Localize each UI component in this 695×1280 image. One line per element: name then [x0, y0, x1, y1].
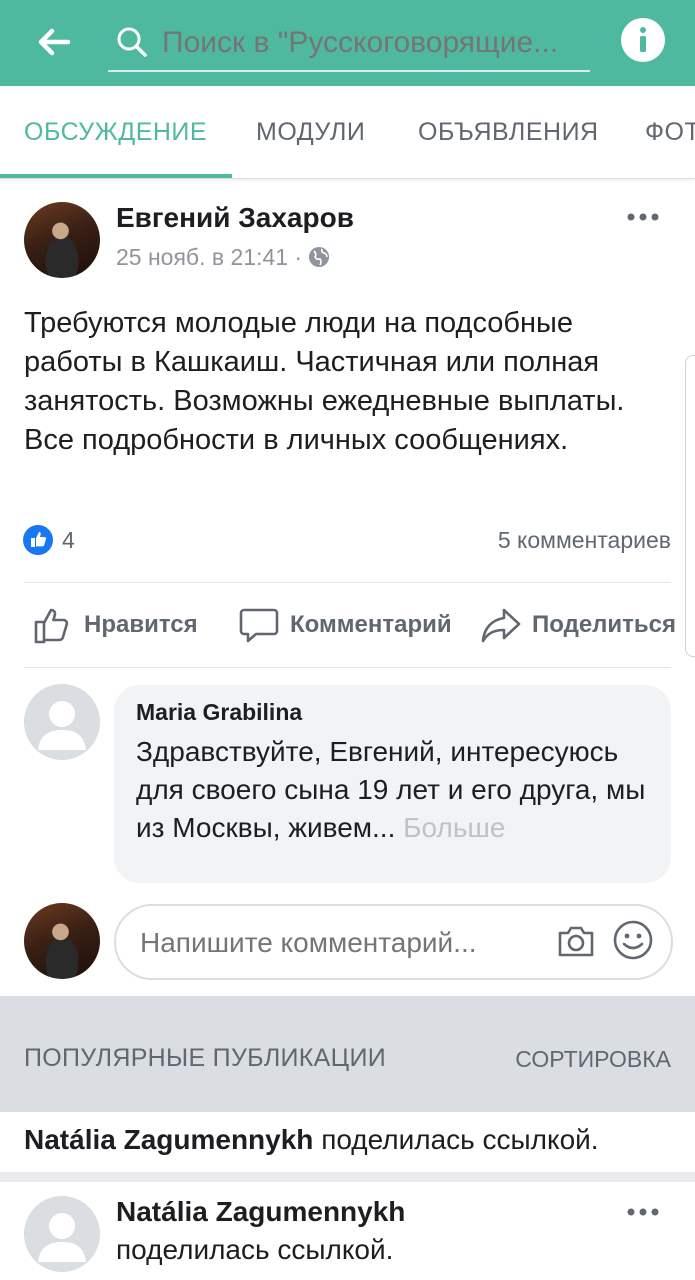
comments-count[interactable]: 5 комментариев [498, 524, 671, 556]
post-author[interactable]: Евгений Захаров [116, 202, 354, 234]
share-summary[interactable]: Natália Zagumennykh поделилась ссылкой. [24, 1124, 599, 1156]
share-button[interactable]: Поделиться [480, 600, 676, 650]
search-icon [117, 27, 147, 57]
commenter-avatar[interactable] [24, 684, 100, 760]
author-avatar[interactable] [24, 202, 100, 278]
tab-photos[interactable]: ФОТ [645, 86, 695, 178]
share-button-label: Поделиться [532, 611, 677, 638]
arrow-left-icon[interactable] [34, 22, 74, 62]
like-button-label: Нравится [84, 611, 198, 638]
info-icon[interactable] [620, 17, 666, 63]
comment-bubble-icon [239, 608, 279, 643]
thumbs-up-icon [34, 608, 69, 644]
section-title: ПОПУЛЯРНЫЕ ПУБЛИКАЦИИ [24, 1044, 386, 1072]
comment-bubble[interactable]: Maria Grabilina Здравствуйте, Евгений, и… [114, 685, 671, 883]
separator [0, 1172, 695, 1182]
post-timestamp: 25 нояб. в 21:41 · [116, 244, 330, 271]
default-user-icon [38, 701, 86, 750]
post2-author[interactable]: Natália Zagumennykh [116, 1196, 405, 1228]
tab-announcements[interactable]: ОБЪЯВЛЕНИЯ [418, 86, 599, 178]
author2-avatar[interactable] [24, 1196, 100, 1272]
like-count[interactable]: 4 [62, 524, 75, 556]
globe-icon [309, 247, 330, 267]
search-input[interactable] [160, 20, 589, 66]
scroll-handle[interactable] [685, 355, 695, 657]
like-reaction-icon[interactable] [22, 524, 54, 556]
share-action: поделилась ссылкой. [321, 1124, 599, 1155]
divider [24, 667, 671, 668]
post-time: 25 нояб. в 21:41 · [116, 244, 303, 270]
divider [24, 582, 671, 583]
more-options-icon[interactable] [626, 211, 660, 223]
active-tab-indicator [0, 174, 232, 178]
camera-icon[interactable] [556, 921, 596, 961]
share-author[interactable]: Natália Zagumennykh [24, 1124, 313, 1155]
post-body: Требуются молодые люди на подсобные рабо… [24, 307, 625, 456]
comment-button-label: Комментарий [290, 611, 452, 638]
sort-button[interactable]: СОРТИРОВКА [515, 1046, 671, 1073]
top-bar [0, 0, 695, 86]
comment-author[interactable]: Maria Grabilina [136, 699, 302, 726]
tab-bar: ОБСУЖДЕНИЕ МОДУЛИ ОБЪЯВЛЕНИЯ ФОТ [0, 86, 695, 179]
current-user-avatar [24, 903, 100, 979]
comment-composer[interactable] [114, 904, 673, 980]
tab-discussion[interactable]: ОБСУЖДЕНИЕ [24, 86, 207, 178]
default-user-icon [38, 1213, 86, 1262]
see-more-link[interactable]: Больше [403, 812, 505, 843]
comment-input[interactable] [138, 918, 542, 968]
comment-text: Здравствуйте, Евгений, интересуюсь для с… [136, 733, 656, 847]
like-button[interactable]: Нравится [32, 600, 198, 650]
search-box[interactable] [108, 14, 590, 72]
tab-modules[interactable]: МОДУЛИ [256, 86, 365, 178]
share-arrow-icon [481, 608, 521, 643]
comment-button[interactable]: Комментарий [238, 600, 452, 650]
emoji-icon[interactable] [612, 919, 654, 961]
comment-body: Здравствуйте, Евгений, интересуюсь для с… [136, 736, 646, 843]
more-options-icon[interactable] [626, 1206, 660, 1218]
post2-action: поделилась ссылкой. [116, 1234, 394, 1265]
